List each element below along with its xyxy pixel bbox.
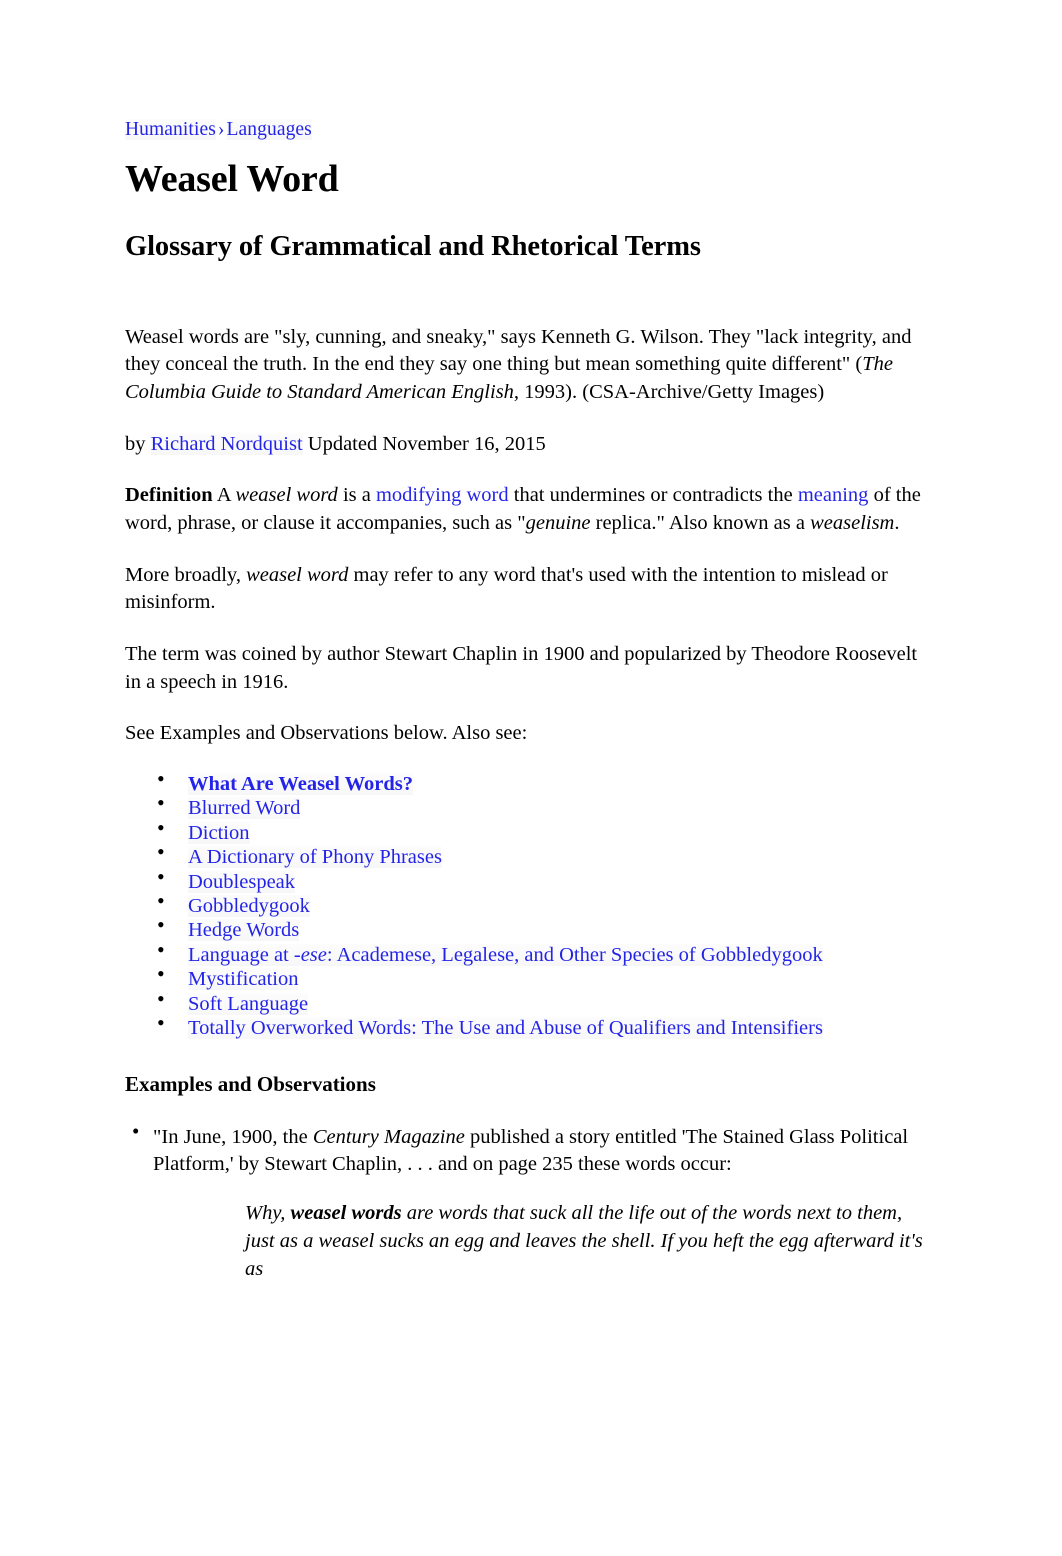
definition-t5: replica." Also known as a (590, 512, 811, 535)
list-item[interactable]: A Dictionary of Phony Phrases (157, 839, 935, 869)
related-link-diction[interactable]: Diction (188, 821, 250, 844)
related-link-totally-overworked-words[interactable]: Totally Overworked Words: The Use and Ab… (188, 1016, 823, 1039)
paragraph-more-broadly: More broadly, weasel word may refer to a… (125, 562, 935, 617)
list-item[interactable]: Doublespeak (157, 864, 935, 894)
list-item[interactable]: What Are Weasel Words? (157, 766, 935, 796)
lead-text-part2: 1993). (CSA-Archive/Getty Images) (519, 381, 825, 404)
related-link-doublespeak[interactable]: Doublespeak (188, 870, 296, 893)
list-item[interactable]: Language at -ese: Academese, Legalese, a… (157, 937, 935, 967)
broadly-t1: More broadly, (125, 563, 247, 586)
list-item[interactable]: Totally Overworked Words: The Use and Ab… (157, 1010, 935, 1040)
lead-paragraph: Weasel words are "sly, cunning, and snea… (125, 324, 935, 407)
related-link-gobbledygook[interactable]: Gobbledygook (188, 895, 310, 918)
blockquote-chaplin: Why, weasel words are words that suck al… (245, 1199, 935, 1284)
document-page: Humanities › Languages Weasel Word Glossar… (0, 0, 1062, 1556)
definition-t1: A (212, 484, 236, 507)
language-at-ese-suffix-italic: -ese (293, 943, 327, 966)
definition-term-weasel-word: weasel word (235, 484, 338, 507)
list-item[interactable]: Soft Language (157, 985, 935, 1016)
example-century-magazine: Century Magazine (312, 1125, 465, 1148)
related-link-mystification[interactable]: Mystification (188, 968, 299, 991)
paragraph-see-also: See Examples and Observations below. Als… (125, 722, 528, 745)
list-item[interactable]: Blurred Word (157, 790, 935, 820)
list-item[interactable]: Diction (157, 815, 935, 845)
language-at-ese-rest: : Academese, Legalese, and Other Species… (326, 943, 823, 966)
definition-paragraph: Definition A weasel word is a modifying … (125, 482, 935, 537)
link-meaning[interactable]: meaning (798, 484, 869, 506)
breadcrumb-item-humanities[interactable]: Humanities (125, 119, 216, 140)
author-link[interactable]: Richard Nordquist (150, 432, 303, 455)
related-link-blurred-word[interactable]: Blurred Word (188, 797, 301, 820)
paragraph-origin: The term was coined by author Stewart Ch… (125, 643, 918, 693)
page-title: Weasel Word (125, 158, 339, 201)
example-item-text: "In June, 1900, the Century Magazine pub… (153, 1124, 935, 1179)
page-subtitle: Glossary of Grammatical and Rhetorical T… (125, 230, 701, 262)
language-at-ese-prefix: Language at (188, 943, 294, 966)
breadcrumb-item-languages[interactable]: Languages (226, 119, 312, 140)
definition-t3: that undermines or contradicts the (508, 484, 798, 507)
byline-prefix: by (125, 432, 151, 455)
related-link-language-at-ese[interactable]: Language at -ese: Academese, Legalese, a… (188, 943, 823, 966)
list-item[interactable]: Mystification (157, 961, 935, 991)
byline: by Richard Nordquist Updated November 16… (125, 431, 935, 459)
definition-label: Definition (125, 484, 213, 507)
breadcrumb: Humanities › Languages (125, 118, 935, 142)
lead-text-part1: Weasel words are "sly, cunning, and snea… (125, 325, 912, 376)
list-item[interactable]: Hedge Words (157, 912, 935, 942)
related-link-soft-language[interactable]: Soft Language (188, 992, 309, 1015)
example-t1: "In June, 1900, the (153, 1125, 313, 1148)
definition-t2: is a (337, 484, 376, 507)
breadcrumb-separator: › (217, 119, 225, 140)
list-item[interactable]: Gobbledygook (157, 888, 935, 918)
related-link-dictionary-of-phony-phrases[interactable]: A Dictionary of Phony Phrases (188, 846, 442, 869)
quote-t1: Why, (245, 1201, 291, 1224)
related-link-what-are-weasel-words[interactable]: What Are Weasel Words? (188, 773, 413, 796)
list-item: "In June, 1900, the Century Magazine pub… (125, 1117, 935, 1284)
broadly-term: weasel word (246, 563, 349, 586)
examples-list: "In June, 1900, the Century Magazine pub… (125, 1117, 935, 1284)
link-modifying-word[interactable]: modifying word (376, 484, 509, 506)
related-link-hedge-words[interactable]: Hedge Words (188, 919, 300, 942)
quote-bold-weasel-words: weasel words (290, 1201, 402, 1224)
byline-updated: Updated November 16, 2015 (302, 432, 546, 455)
definition-t6: . (894, 512, 900, 535)
definition-term-weaselism: weaselism (810, 512, 895, 535)
related-links-list: What Are Weasel Words? Blurred Word Dict… (125, 766, 935, 1040)
definition-term-genuine: genuine (525, 512, 591, 535)
section-heading-examples: Examples and Observations (125, 1072, 376, 1097)
